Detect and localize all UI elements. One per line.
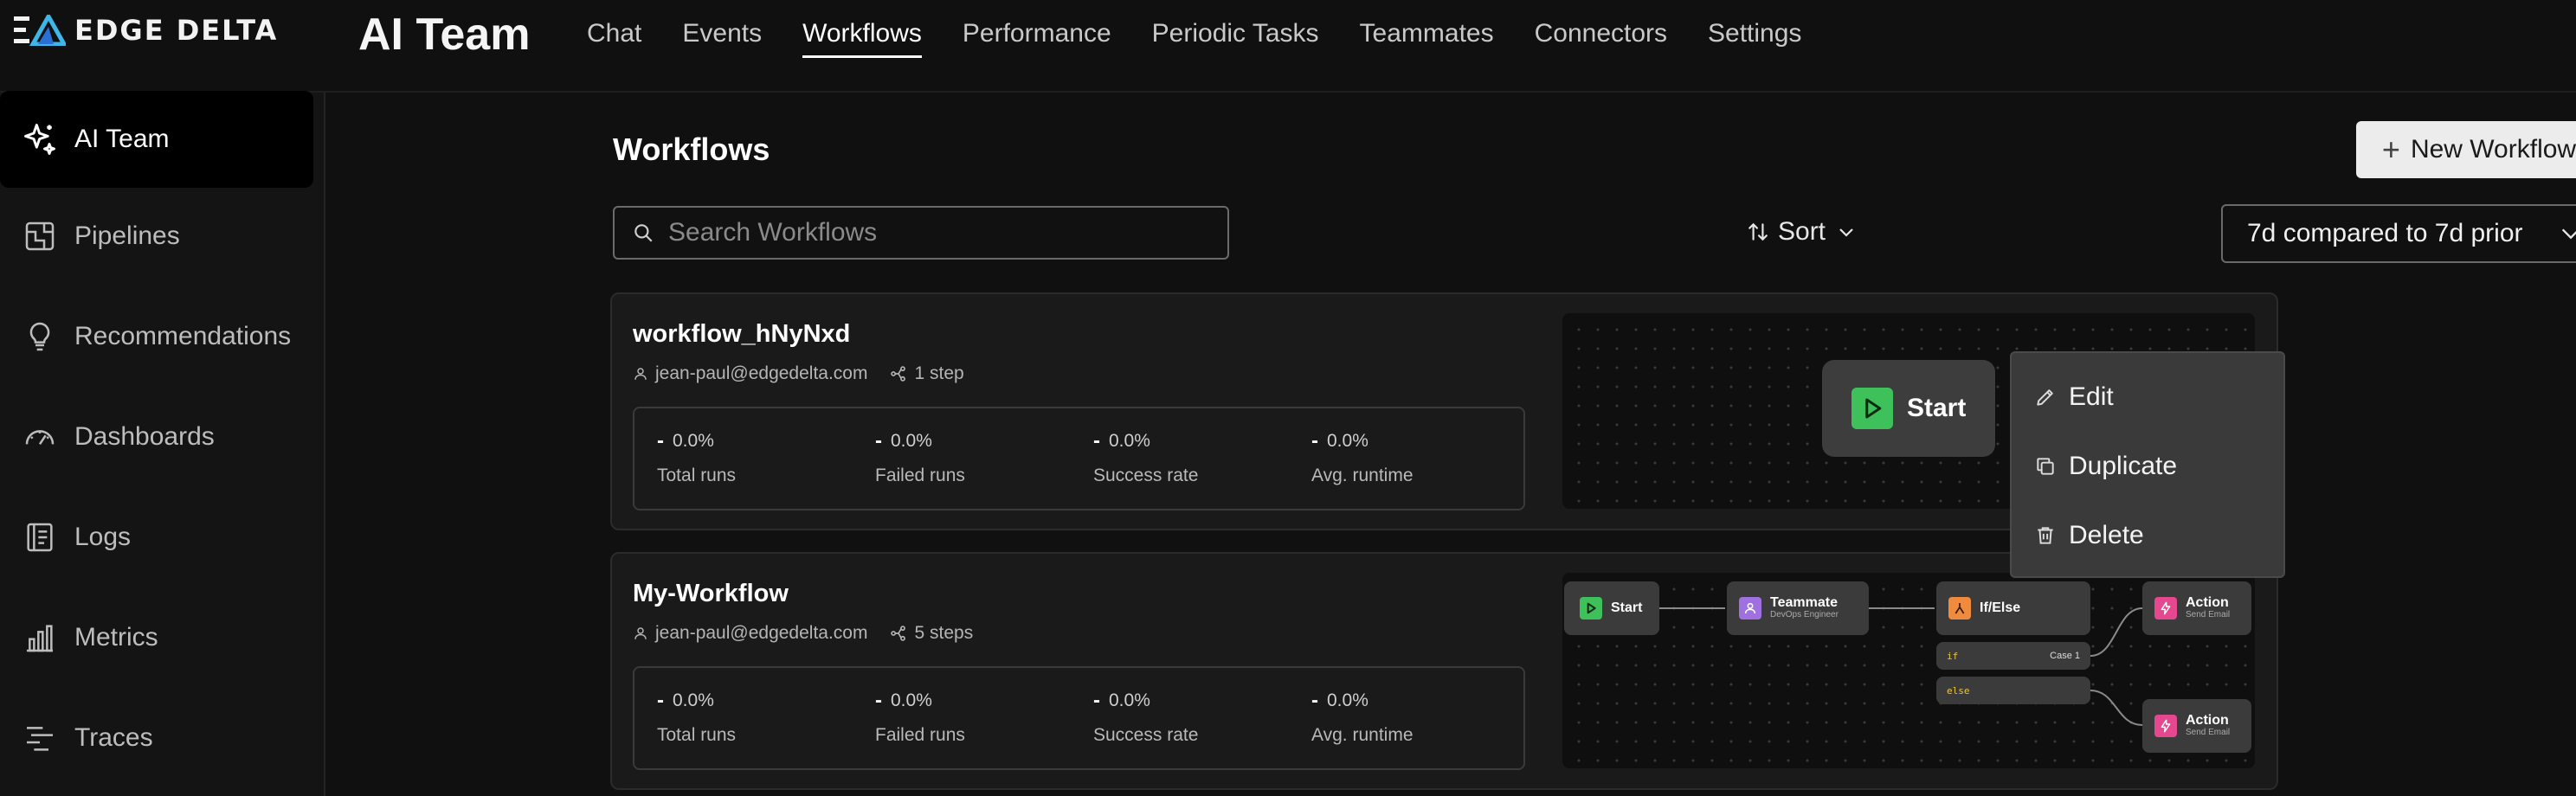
page-title: Workflows [613,132,770,167]
tab-events[interactable]: Events [682,19,762,58]
play-icon [1852,388,1893,429]
sidebar-item-pipelines[interactable]: Pipelines [0,188,313,285]
pipelines-icon [21,217,59,255]
sidebar-item-recommendations[interactable]: Recommendations [0,288,313,385]
stat-failed-runs: -0.0% Failed runs [875,429,965,485]
menu-item-duplicate[interactable]: Duplicate [2034,452,2177,481]
pencil-icon [2037,389,2053,406]
search-box[interactable] [613,206,1229,260]
sparkles-icon [21,120,59,158]
stats-panel: -0.0% Total runs -0.0% Failed runs -0.0%… [633,407,1525,510]
menu-item-edit[interactable]: Edit [2034,382,2114,412]
if-branch[interactable]: if Case 1 [1936,642,2090,670]
node-action[interactable]: Action Send Email [2142,699,2251,753]
stat-total-runs: -0.0% Total runs [657,689,737,745]
tab-periodic-tasks[interactable]: Periodic Tasks [1152,19,1319,58]
sidebar-item-label: Logs [74,523,132,551]
play-icon [1580,597,1602,619]
traces-icon [21,719,59,757]
logs-icon [21,518,59,556]
owner-email: jean-paul@edgedelta.com [655,363,868,383]
tab-teammates[interactable]: Teammates [1360,19,1494,58]
node-teammate[interactable]: Teammate DevOps Engineer [1727,581,1869,635]
top-nav: Chat Events Workflows Performance Period… [587,19,1842,58]
steps-icon [891,366,906,382]
stat-success-rate: -0.0% Success rate [1093,689,1199,745]
sidebar-item-dashboards[interactable]: Dashboards [0,388,313,485]
stat-avg-runtime: -0.0% Avg. runtime [1311,689,1414,745]
lightning-icon [2154,597,2177,619]
lightbulb-icon [21,318,59,356]
gauge-icon [21,418,59,456]
steps: 5 steps [890,623,973,644]
sort-button[interactable]: Sort [1747,217,1857,247]
brand-logo[interactable]: EDGE DELTA [14,14,278,47]
user-icon [634,627,647,639]
copy-icon [2037,458,2054,475]
workflow-name[interactable]: My-Workflow [633,580,789,608]
owner: jean-paul@edgedelta.com [633,363,867,384]
node-if-else[interactable]: If/Else [1936,581,2090,635]
new-workflow-button[interactable]: + New Workflow [2356,121,2576,178]
search-input[interactable] [667,217,1186,248]
user-icon [634,368,647,380]
sidebar-item-label: Metrics [74,623,158,652]
user-icon [1739,597,1761,619]
node-action[interactable]: Action Send Email [2142,581,2251,635]
sidebar-item-logs[interactable]: Logs [0,489,313,586]
sort-arrows-icon [1748,222,1768,241]
node-start[interactable]: Start [1822,360,1995,457]
else-branch[interactable]: else [1936,677,2090,704]
edge-delta-logo-icon [14,15,66,46]
tab-chat[interactable]: Chat [587,19,641,58]
search-icon [634,224,653,242]
chevron-down-icon [1839,228,1853,237]
stat-total-runs: -0.0% Total runs [657,429,737,485]
workflow-card[interactable]: My-Workflow jean-paul@edgedelta.com 5 st… [610,552,2278,790]
sidebar-item-ai-team[interactable]: AI Team [0,91,313,188]
menu-item-delete[interactable]: Delete [2034,521,2144,550]
app-title: AI Team [358,10,531,60]
stat-avg-runtime: -0.0% Avg. runtime [1311,429,1414,485]
top-bar: EDGE DELTA AI Team Chat Events Workflows… [0,0,2576,93]
owner-email: jean-paul@edgedelta.com [655,623,868,643]
tab-connectors[interactable]: Connectors [1535,19,1667,58]
steps-icon [891,626,906,641]
time-range-select[interactable]: 7d compared to 7d prior [2221,204,2576,263]
steps-count: 5 steps [914,623,974,643]
sidebar-item-label: Dashboards [74,422,215,451]
bar-chart-icon [21,619,59,657]
sidebar-item-metrics[interactable]: Metrics [0,589,313,686]
sidebar-item-label: Recommendations [74,322,292,350]
branch-icon [1948,597,1971,619]
workflow-meta: jean-paul@edgedelta.com 5 steps [633,623,995,644]
tab-performance[interactable]: Performance [963,19,1111,58]
tab-workflows[interactable]: Workflows [802,19,922,58]
tab-settings[interactable]: Settings [1708,19,1801,58]
plus-icon: + [2381,132,2400,167]
sidebar-item-label: Pipelines [74,221,180,250]
lightning-icon [2154,715,2177,737]
workflow-name[interactable]: workflow_hNyNxd [633,320,850,349]
node-start[interactable]: Start [1564,581,1659,635]
sidebar-item-label: Traces [74,723,153,752]
workflow-preview[interactable]: Start Teammate DevOps Engineer If/Else i… [1562,573,2255,768]
stat-failed-runs: -0.0% Failed runs [875,689,965,745]
sidebar-item-traces[interactable]: Traces [0,690,313,786]
workflow-context-menu: Edit Duplicate Delete [2010,351,2285,578]
chevron-down-icon [2561,228,2576,240]
workflow-meta: jean-paul@edgedelta.com 1 step [633,363,987,384]
sort-label: Sort [1778,217,1826,246]
sidebar-item-label: AI Team [74,125,170,153]
time-range-value: 7d compared to 7d prior [2247,219,2523,247]
stats-panel: -0.0% Total runs -0.0% Failed runs -0.0%… [633,666,1525,770]
owner: jean-paul@edgedelta.com [633,623,867,644]
stat-success-rate: -0.0% Success rate [1093,429,1199,485]
steps-count: 1 step [914,363,964,383]
steps: 1 step [890,363,964,384]
brand-name: EDGE DELTA [74,14,279,47]
sidebar: AI Team Pipelines Recommendations Dashbo… [0,91,325,796]
new-workflow-label: New Workflow [2410,135,2576,164]
trash-icon [2038,527,2053,544]
